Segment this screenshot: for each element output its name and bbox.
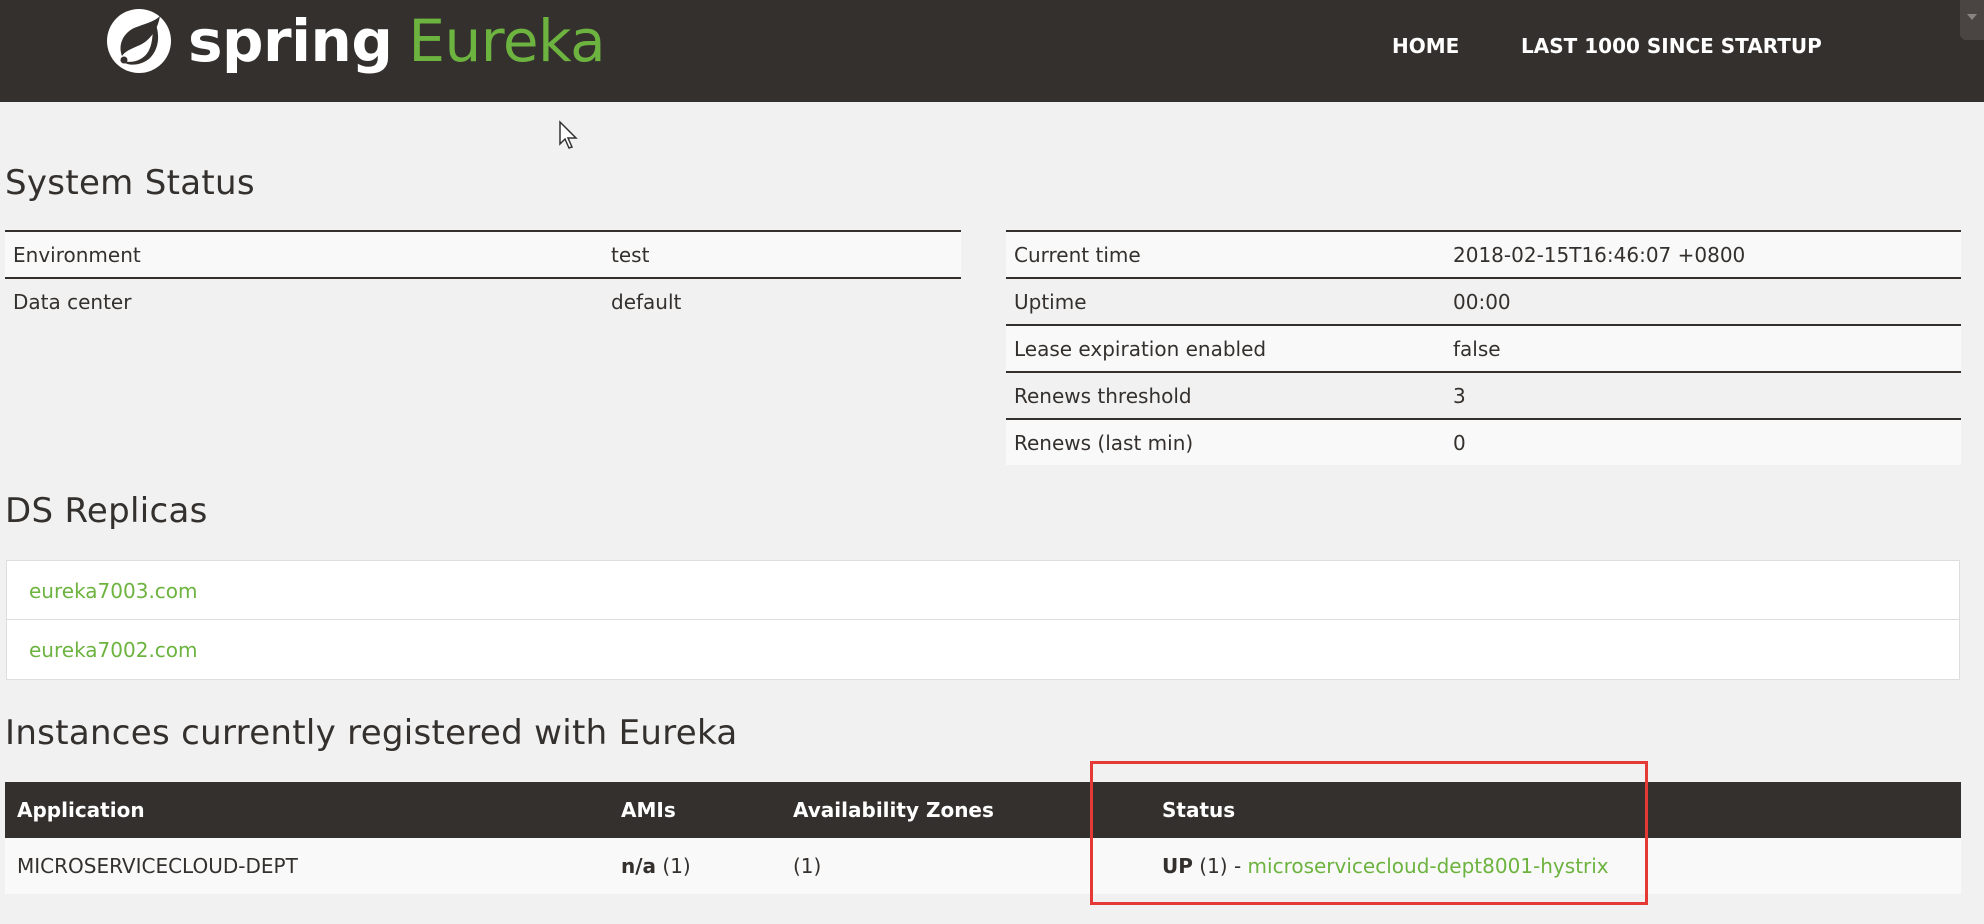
table-row: MICROSERVICECLOUD-DEPT n/a (1) (1) UP (1… <box>5 838 1961 894</box>
replica-link[interactable]: eureka7003.com <box>29 579 198 603</box>
status-label: Uptime <box>1006 277 1445 325</box>
list-item: eureka7003.com <box>6 560 1960 620</box>
status-label: Lease expiration enabled <box>1006 324 1445 372</box>
status-value: 00:00 <box>1445 277 1961 325</box>
brand[interactable]: spring Eureka <box>104 6 606 76</box>
nav-home-link[interactable]: HOME <box>1392 24 1459 68</box>
system-status-right-table: Current time 2018-02-15T16:46:07 +0800 U… <box>1006 230 1961 465</box>
replica-list: eureka7003.com eureka7002.com <box>6 560 1960 680</box>
status-value: false <box>1445 324 1961 372</box>
chevron-down-icon[interactable] <box>1960 0 1984 40</box>
table-row: Uptime 00:00 <box>1006 277 1961 325</box>
brand-spring-text: spring <box>188 7 393 75</box>
status-label: Current time <box>1006 230 1445 278</box>
amis-value: n/a <box>621 854 657 878</box>
status-value: 3 <box>1445 371 1961 419</box>
table-header-row: Application AMIs Availability Zones Stat… <box>5 782 1961 838</box>
status-label: Environment <box>5 230 603 278</box>
status-value: test <box>603 230 961 278</box>
table-row: Data center default <box>5 277 961 324</box>
table-row: Current time 2018-02-15T16:46:07 +0800 <box>1006 230 1961 278</box>
brand-eureka-text: Eureka <box>408 7 606 75</box>
status-value: 0 <box>1445 418 1961 465</box>
replica-link[interactable]: eureka7002.com <box>29 638 198 662</box>
amis-cell: n/a (1) <box>609 838 781 894</box>
column-header-amis: AMIs <box>609 782 781 838</box>
system-status-left-table: Environment test Data center default <box>5 230 961 324</box>
table-row: Environment test <box>5 230 961 278</box>
brand-title: spring Eureka <box>188 6 606 76</box>
status-value: 2018-02-15T16:46:07 +0800 <box>1445 230 1961 278</box>
system-status-heading: System Status <box>5 163 255 203</box>
list-item: eureka7002.com <box>6 620 1960 680</box>
mouse-cursor-icon <box>559 120 578 149</box>
application-name: MICROSERVICECLOUD-DEPT <box>5 838 609 894</box>
column-header-application: Application <box>5 782 609 838</box>
top-navbar: spring Eureka HOME LAST 1000 SINCE STARTU… <box>0 0 1984 102</box>
annotation-highlight-box <box>1090 761 1648 905</box>
nav-last-1000-link[interactable]: LAST 1000 SINCE STARTUP <box>1521 24 1822 68</box>
amis-count: (1) <box>662 854 691 878</box>
status-label: Data center <box>5 277 603 324</box>
status-label: Renews (last min) <box>1006 418 1445 465</box>
ds-replicas-heading: DS Replicas <box>5 491 208 531</box>
table-row: Lease expiration enabled false <box>1006 324 1961 372</box>
spring-logo-icon <box>107 9 171 73</box>
table-row: Renews threshold 3 <box>1006 371 1961 419</box>
instances-heading: Instances currently registered with Eure… <box>5 713 738 753</box>
instances-table: Application AMIs Availability Zones Stat… <box>5 782 1961 894</box>
status-value: default <box>603 277 961 324</box>
status-label: Renews threshold <box>1006 371 1445 419</box>
table-row: Renews (last min) 0 <box>1006 418 1961 465</box>
